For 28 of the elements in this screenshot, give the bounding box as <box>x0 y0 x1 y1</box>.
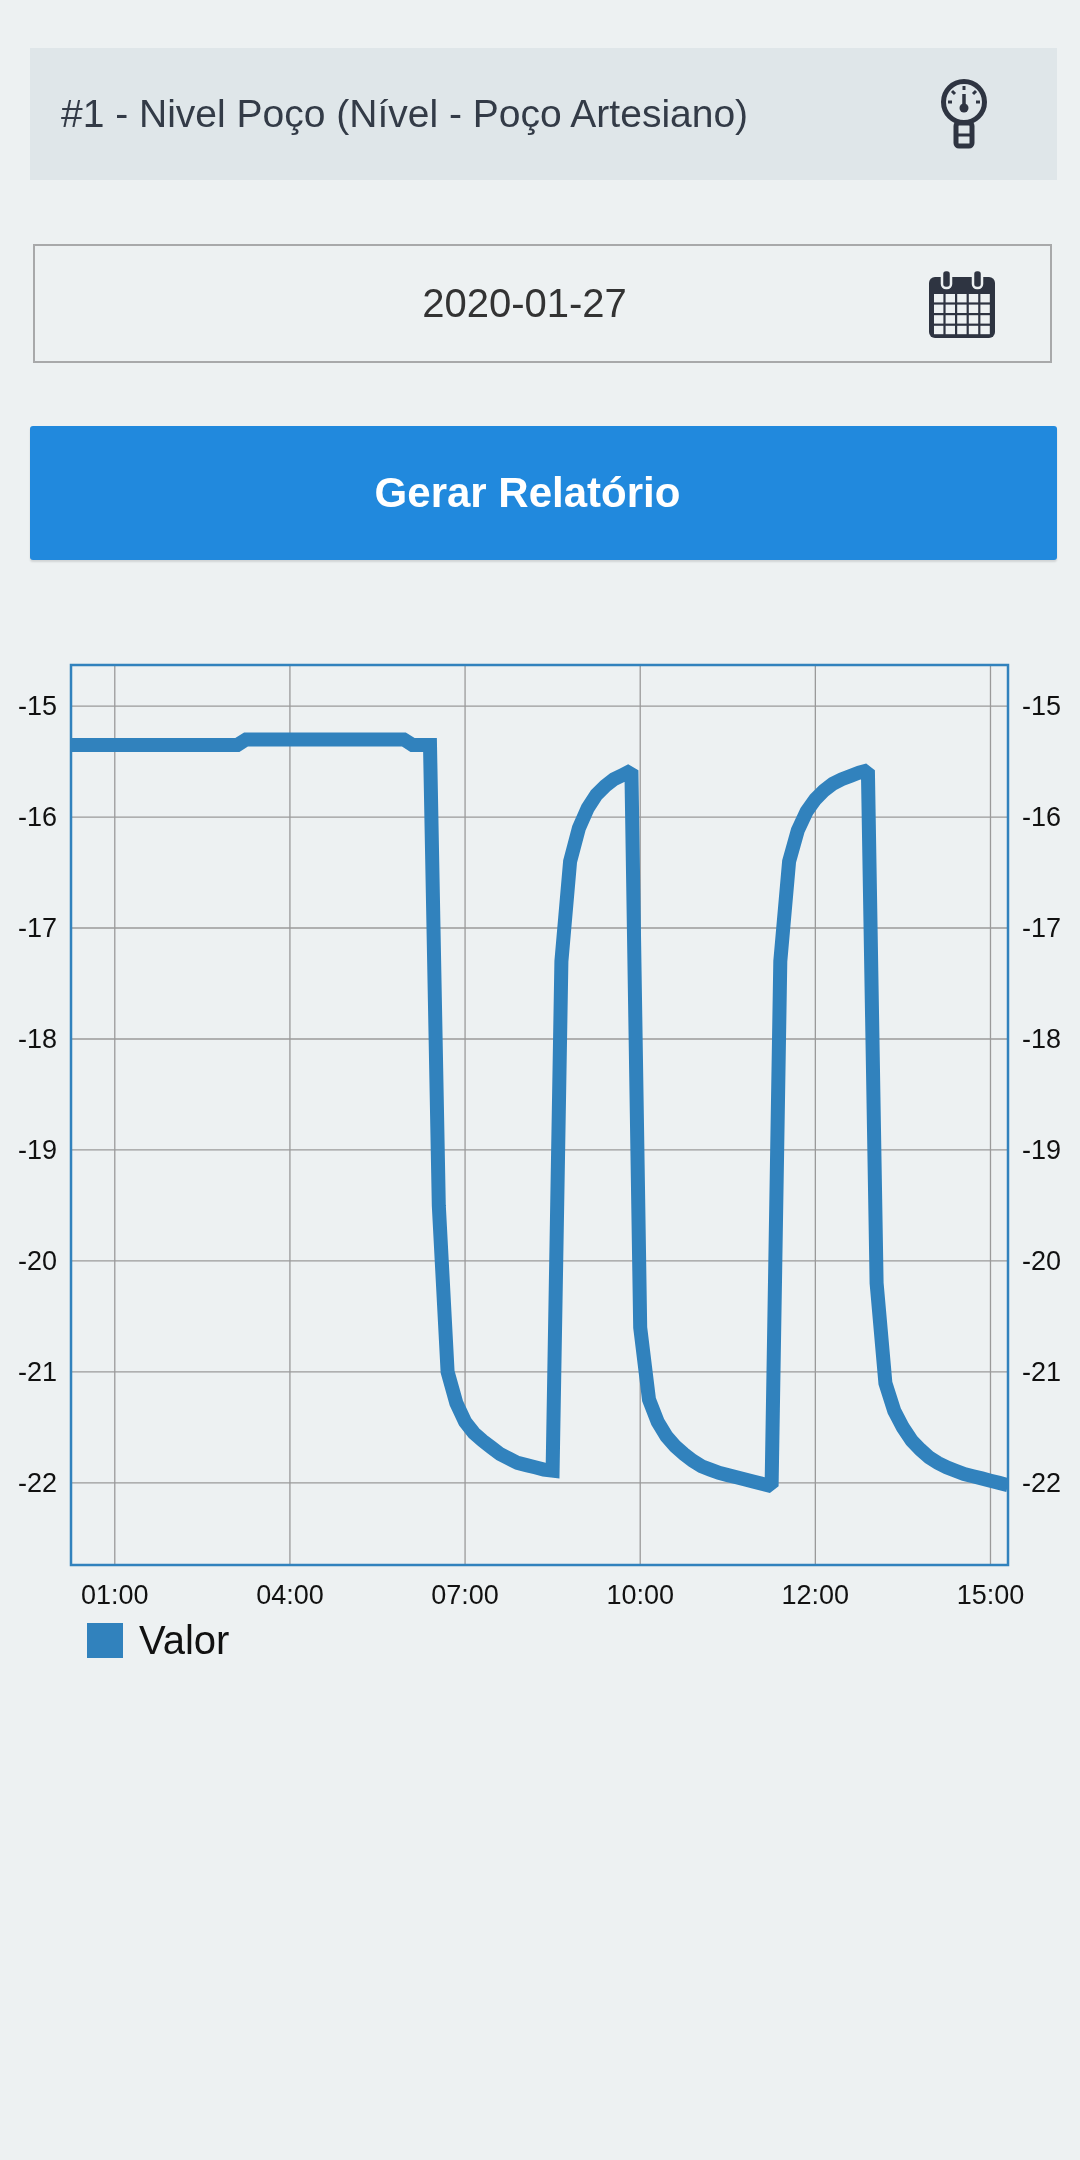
gauge-icon <box>940 79 988 149</box>
y-axis-label: -20 <box>1022 1245 1062 1276</box>
y-axis-label: -15 <box>17 691 57 722</box>
x-axis-label: 01:00 <box>81 1580 149 1610</box>
y-axis-label: -17 <box>1022 913 1062 943</box>
y-axis-label: -21 <box>17 1356 57 1387</box>
y-axis-label: -20 <box>17 1245 57 1276</box>
generate-report-button[interactable]: Gerar Relatório <box>30 426 1057 560</box>
sensor-selector[interactable]: #1 - Nivel Poço (Nível - Poço Artesiano) <box>30 48 1057 180</box>
y-axis-label: -22 <box>1022 1467 1062 1498</box>
y-axis-label: -15 <box>1022 691 1062 722</box>
y-axis-label: -16 <box>1022 802 1062 833</box>
x-axis-label: 15:00 <box>956 1580 1025 1610</box>
y-axis-label: -16 <box>17 802 57 833</box>
y-axis-label: -17 <box>17 913 57 943</box>
y-axis-label: -21 <box>1022 1356 1062 1387</box>
legend-label: Valor <box>139 1620 230 1660</box>
date-field[interactable]: 2020-01-27 <box>33 244 1052 363</box>
y-axis-label: -22 <box>17 1467 57 1498</box>
x-axis-label: 10:00 <box>606 1580 674 1610</box>
y-axis-label: -19 <box>1022 1134 1062 1165</box>
y-axis-label: -19 <box>17 1134 57 1165</box>
x-axis-label: 04:00 <box>256 1580 324 1610</box>
calendar-icon <box>929 269 995 338</box>
x-axis-label: 07:00 <box>431 1580 499 1610</box>
y-axis-label: -18 <box>1022 1024 1062 1054</box>
x-axis-label: 12:00 <box>781 1580 850 1610</box>
y-axis-label: -18 <box>17 1024 57 1054</box>
